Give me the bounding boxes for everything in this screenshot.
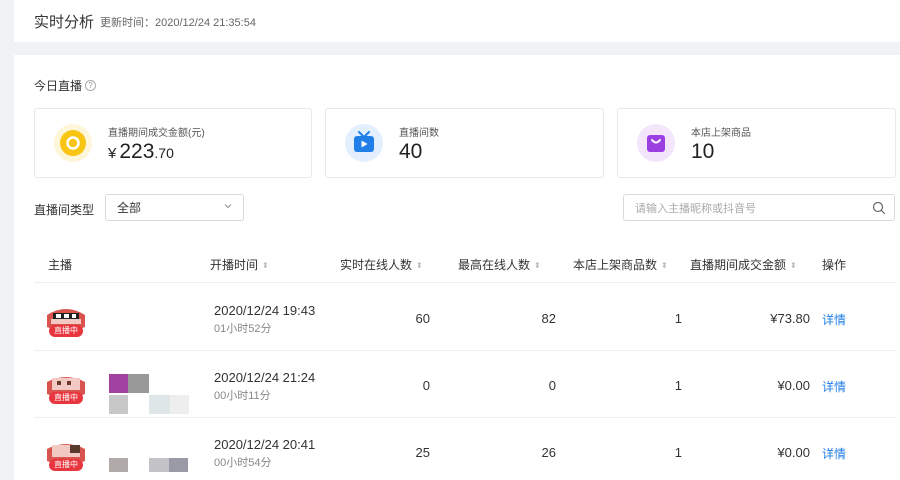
column-header-anchor: 主播: [48, 258, 73, 272]
column-header-label: 开播时间: [210, 258, 259, 272]
stat-label: 直播间数: [399, 128, 439, 139]
stat-value: 40: [399, 140, 423, 163]
table-header: 主播 开播时间 ⬍ 实时在线人数 ⬍ 最高在线人数 ⬍ 本店上架商品数 ⬍ 直播期间成交…: [34, 243, 896, 283]
room-type-select[interactable]: 全部: [105, 194, 244, 221]
coin-icon: [54, 124, 92, 162]
amount: ¥73.80: [770, 311, 810, 326]
duration: 01小时52分: [214, 323, 272, 335]
header-bar: 实时分析 更新时间：2020/12/24 21:35:54: [14, 0, 900, 42]
product-count: 1: [674, 445, 682, 460]
sort-icon[interactable]: ⬍: [661, 261, 668, 270]
live-badge: 直播中: [49, 392, 83, 404]
amount-decimal: .70: [154, 145, 174, 161]
stat-value: ¥223.70: [108, 140, 174, 164]
table-row: 直播中 2020/12/24 21:24 00小时11分 0 0 1 ¥0.00…: [34, 352, 896, 418]
stat-label: 本店上架商品: [691, 128, 751, 139]
sort-icon[interactable]: ⬍: [534, 261, 541, 270]
duration: 00小时11分: [214, 390, 271, 402]
stat-card-rooms: 直播间数 40: [325, 108, 604, 178]
section-title-text: 今日直播: [34, 79, 83, 93]
duration: 00小时54分: [214, 457, 272, 469]
column-header-action: 操作: [822, 258, 847, 272]
column-header-peak[interactable]: 最高在线人数 ⬍: [458, 256, 541, 273]
update-time: 更新时间：2020/12/24 21:35:54: [100, 17, 256, 29]
column-header-start[interactable]: 开播时间 ⬍: [210, 256, 269, 273]
product-count: 1: [674, 378, 682, 393]
table-row: 直播中 2020/12/24 19:43 01小时52分 60 82 1 ¥73…: [34, 285, 896, 351]
live-badge: 直播中: [49, 325, 83, 337]
shopping-bag-icon: [637, 124, 675, 162]
avatar[interactable]: 直播中: [44, 435, 88, 471]
blurred-name: [109, 458, 188, 472]
live-panel: 今日直播 ? 直播期间成交金额(元) ¥223.70 直播间数 40 本店上架商…: [14, 55, 900, 480]
avatar[interactable]: 直播中: [44, 368, 88, 404]
tv-icon: [345, 124, 383, 162]
page: 实时分析 更新时间：2020/12/24 21:35:54 今日直播 ? 直播期…: [0, 0, 900, 480]
amount: ¥0.00: [777, 378, 810, 393]
sort-icon[interactable]: ⬍: [262, 261, 269, 270]
column-header-label: 本店上架商品数: [573, 258, 658, 272]
online-count: 25: [415, 445, 430, 460]
start-time: 2020/12/24 20:41: [214, 437, 316, 452]
search-input[interactable]: 请输入主播昵称或抖音号: [623, 194, 895, 221]
peak-count: 0: [548, 378, 556, 393]
column-header-label: 实时在线人数: [340, 258, 413, 272]
online-count: 0: [422, 378, 430, 393]
stat-value: 10: [691, 140, 715, 163]
search-icon[interactable]: [872, 201, 886, 215]
details-link[interactable]: 详情: [822, 445, 846, 462]
chevron-down-icon: [223, 201, 233, 213]
sort-icon[interactable]: ⬍: [790, 261, 797, 270]
column-header-label: 最高在线人数: [458, 258, 531, 272]
question-circle-icon[interactable]: ?: [85, 80, 97, 91]
peak-count: 26: [541, 445, 556, 460]
room-type-label: 直播间类型: [34, 203, 95, 217]
blurred-name: [109, 374, 189, 414]
live-badge: 直播中: [49, 459, 83, 471]
avatar[interactable]: 直播中: [44, 301, 88, 337]
column-header-online[interactable]: 实时在线人数 ⬍: [340, 256, 423, 273]
section-title: 今日直播 ?: [34, 77, 97, 94]
online-count: 60: [415, 311, 430, 326]
sort-icon[interactable]: ⬍: [416, 261, 423, 270]
column-header-label: 直播期间成交金额: [690, 258, 787, 272]
product-count: 1: [674, 311, 682, 326]
details-link[interactable]: 详情: [822, 378, 846, 395]
table-row: 直播中 2020/12/24 20:41 00小时54分 25 26 1 ¥0.…: [34, 419, 896, 480]
details-link[interactable]: 详情: [822, 311, 846, 328]
stat-card-products: 本店上架商品 10: [617, 108, 896, 178]
amount-integer: 223: [119, 140, 155, 163]
currency-symbol: ¥: [108, 145, 117, 162]
stat-label: 直播期间成交金额(元): [108, 128, 205, 139]
page-title: 实时分析: [34, 13, 95, 31]
stat-card-amount: 直播期间成交金额(元) ¥223.70: [34, 108, 312, 178]
column-header-products[interactable]: 本店上架商品数 ⬍: [573, 256, 668, 273]
select-value: 全部: [117, 201, 142, 215]
search-placeholder: 请输入主播昵称或抖音号: [635, 202, 756, 215]
amount: ¥0.00: [777, 445, 810, 460]
peak-count: 82: [541, 311, 556, 326]
start-time: 2020/12/24 19:43: [214, 303, 316, 318]
start-time: 2020/12/24 21:24: [214, 370, 316, 385]
column-header-amount[interactable]: 直播期间成交金额 ⬍: [690, 256, 797, 273]
